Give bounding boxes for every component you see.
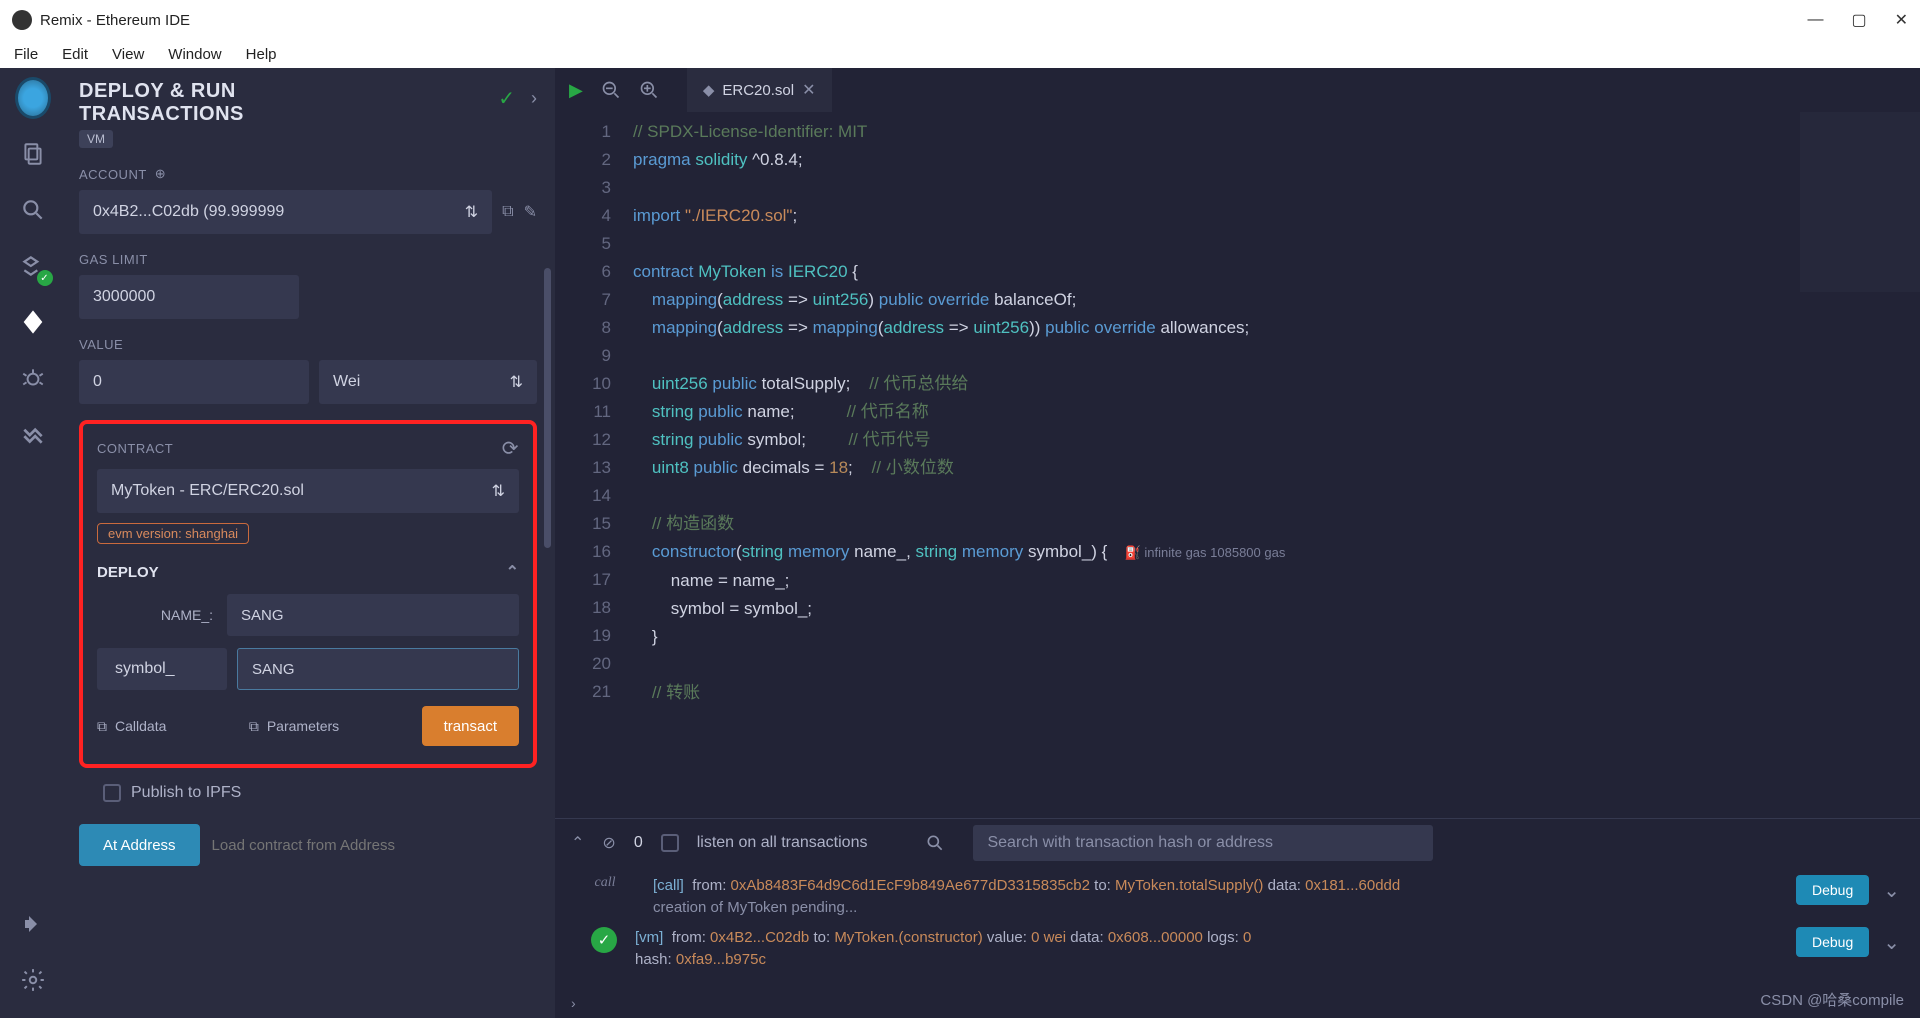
settings-icon[interactable] (15, 962, 51, 998)
edit-account-icon[interactable]: ✎ (524, 202, 537, 222)
window-title: Remix - Ethereum IDE (40, 12, 190, 29)
success-icon: ✓ (591, 927, 617, 953)
contract-label: CONTRACT (97, 441, 173, 456)
evm-version-badge: evm version: shanghai (97, 523, 249, 544)
icon-rail: ✓ (0, 68, 65, 1018)
param-name-label: NAME_: (97, 607, 227, 623)
debug-button[interactable]: Debug (1796, 927, 1869, 957)
analysis-icon[interactable] (15, 416, 51, 452)
close-tab-icon[interactable]: ✕ (802, 80, 815, 100)
line-gutter: 123456789101112131415161718192021 (555, 112, 625, 818)
block-icon[interactable]: ⊘ (602, 833, 615, 853)
chevron-right-icon[interactable]: › (531, 88, 537, 109)
titlebar: Remix - Ethereum IDE — ▢ ✕ (0, 0, 1920, 40)
stepper-icon: ⇅ (510, 372, 523, 392)
vm-badge: VM (79, 130, 113, 148)
gas-limit-input[interactable] (79, 275, 299, 319)
play-icon[interactable]: ▶ (569, 80, 583, 101)
chevron-up-icon[interactable]: ⌃ (571, 833, 584, 853)
panel-scrollbar[interactable] (544, 268, 551, 548)
debug-button[interactable]: Debug (1796, 875, 1869, 905)
contract-deploy-section: CONTRACT ⟳ MyToken - ERC/ERC20.sol⇅ evm v… (79, 420, 537, 768)
expand-icon[interactable]: ⌄ (1883, 930, 1900, 955)
at-address-input[interactable] (212, 837, 537, 854)
search-icon[interactable] (15, 192, 51, 228)
value-unit-select[interactable]: Wei⇅ (319, 360, 537, 404)
pending-count: 0 (634, 834, 643, 852)
editor-toolbar: ▶ ◆ ERC20.sol ✕ (555, 68, 1920, 112)
value-input[interactable] (79, 360, 309, 404)
file-tab[interactable]: ◆ ERC20.sol ✕ (687, 68, 832, 112)
listen-label: listen on all transactions (697, 834, 868, 852)
app-logo-icon (12, 10, 32, 30)
at-address-button[interactable]: At Address (79, 824, 200, 866)
publish-ipfs-checkbox[interactable] (103, 784, 121, 802)
compiler-icon[interactable]: ✓ (15, 248, 51, 284)
menu-edit[interactable]: Edit (62, 46, 88, 63)
plugin-manager-icon[interactable] (15, 906, 51, 942)
search-terminal-icon[interactable] (925, 833, 945, 853)
maximize-icon[interactable]: ▢ (1851, 10, 1866, 30)
plus-circle-icon[interactable]: ⊕ (155, 166, 166, 182)
check-icon: ✓ (498, 86, 515, 111)
copy-icon: ⧉ (97, 718, 107, 735)
file-explorer-icon[interactable] (15, 136, 51, 172)
copy-icon: ⧉ (249, 718, 259, 735)
menu-view[interactable]: View (112, 46, 144, 63)
refresh-icon[interactable]: ⟳ (502, 436, 519, 461)
watermark: CSDN @哈桑compile (1760, 989, 1904, 1010)
deploy-icon[interactable] (15, 304, 51, 340)
file-tab-name: ERC20.sol (722, 82, 794, 99)
param-symbol-input[interactable] (237, 648, 519, 690)
log-row: ✓[vm] from: 0x4B2...C02db to: MyToken.(c… (575, 923, 1900, 975)
stepper-icon: ⇅ (492, 481, 505, 501)
param-symbol-button[interactable]: symbol_ (97, 648, 227, 690)
stepper-icon: ⇅ (465, 202, 478, 222)
account-label: ACCOUNT ⊕ (79, 166, 537, 182)
minimize-icon[interactable]: — (1807, 11, 1823, 29)
remix-logo-icon[interactable] (15, 80, 51, 116)
parameters-button[interactable]: ⧉Parameters (249, 718, 339, 735)
close-window-icon[interactable]: ✕ (1895, 10, 1908, 30)
menu-file[interactable]: File (14, 46, 38, 63)
account-select[interactable]: 0x4B2...C02db (99.999999⇅ (79, 190, 492, 234)
deploy-label: DEPLOY (97, 564, 159, 581)
terminal-search-input[interactable]: Search with transaction hash or address (973, 825, 1433, 861)
terminal: ⌃ ⊘ 0 listen on all transactions Search … (555, 818, 1920, 1018)
solidity-file-icon: ◆ (703, 81, 715, 99)
transact-button[interactable]: transact (422, 706, 519, 746)
deploy-panel: DEPLOY & RUNTRANSACTIONS VM ✓ › ACCOUNT … (65, 68, 555, 1018)
terminal-prompt-icon[interactable]: › (571, 995, 576, 1011)
publish-ipfs-label: Publish to IPFS (131, 784, 241, 802)
value-label: VALUE (79, 337, 537, 352)
menubar: File Edit View Window Help (0, 40, 1920, 68)
code-editor[interactable]: 123456789101112131415161718192021 // SPD… (555, 112, 1920, 818)
copy-account-icon[interactable]: ⧉ (502, 203, 513, 221)
panel-title: DEPLOY & RUNTRANSACTIONS (79, 80, 244, 126)
menu-help[interactable]: Help (246, 46, 277, 63)
collapse-icon[interactable]: ⌃ (506, 562, 519, 582)
zoom-in-icon[interactable] (639, 80, 659, 100)
zoom-out-icon[interactable] (601, 80, 621, 100)
listen-checkbox[interactable] (661, 834, 679, 852)
param-name-input[interactable] (227, 594, 519, 636)
minimap[interactable] (1800, 112, 1920, 292)
menu-window[interactable]: Window (168, 46, 221, 63)
expand-icon[interactable]: ⌄ (1883, 878, 1900, 903)
log-row: call[call] from: 0xAb8483F64d9C6d1EcF9b8… (575, 871, 1900, 923)
gas-limit-label: GAS LIMIT (79, 252, 537, 267)
debugger-icon[interactable] (15, 360, 51, 396)
contract-select[interactable]: MyToken - ERC/ERC20.sol⇅ (97, 469, 519, 513)
calldata-button[interactable]: ⧉Calldata (97, 718, 166, 735)
main-area: ▶ ◆ ERC20.sol ✕ 123456789101112131415161… (555, 68, 1920, 1018)
code-body[interactable]: // SPDX-License-Identifier: MITpragma so… (625, 112, 1920, 818)
